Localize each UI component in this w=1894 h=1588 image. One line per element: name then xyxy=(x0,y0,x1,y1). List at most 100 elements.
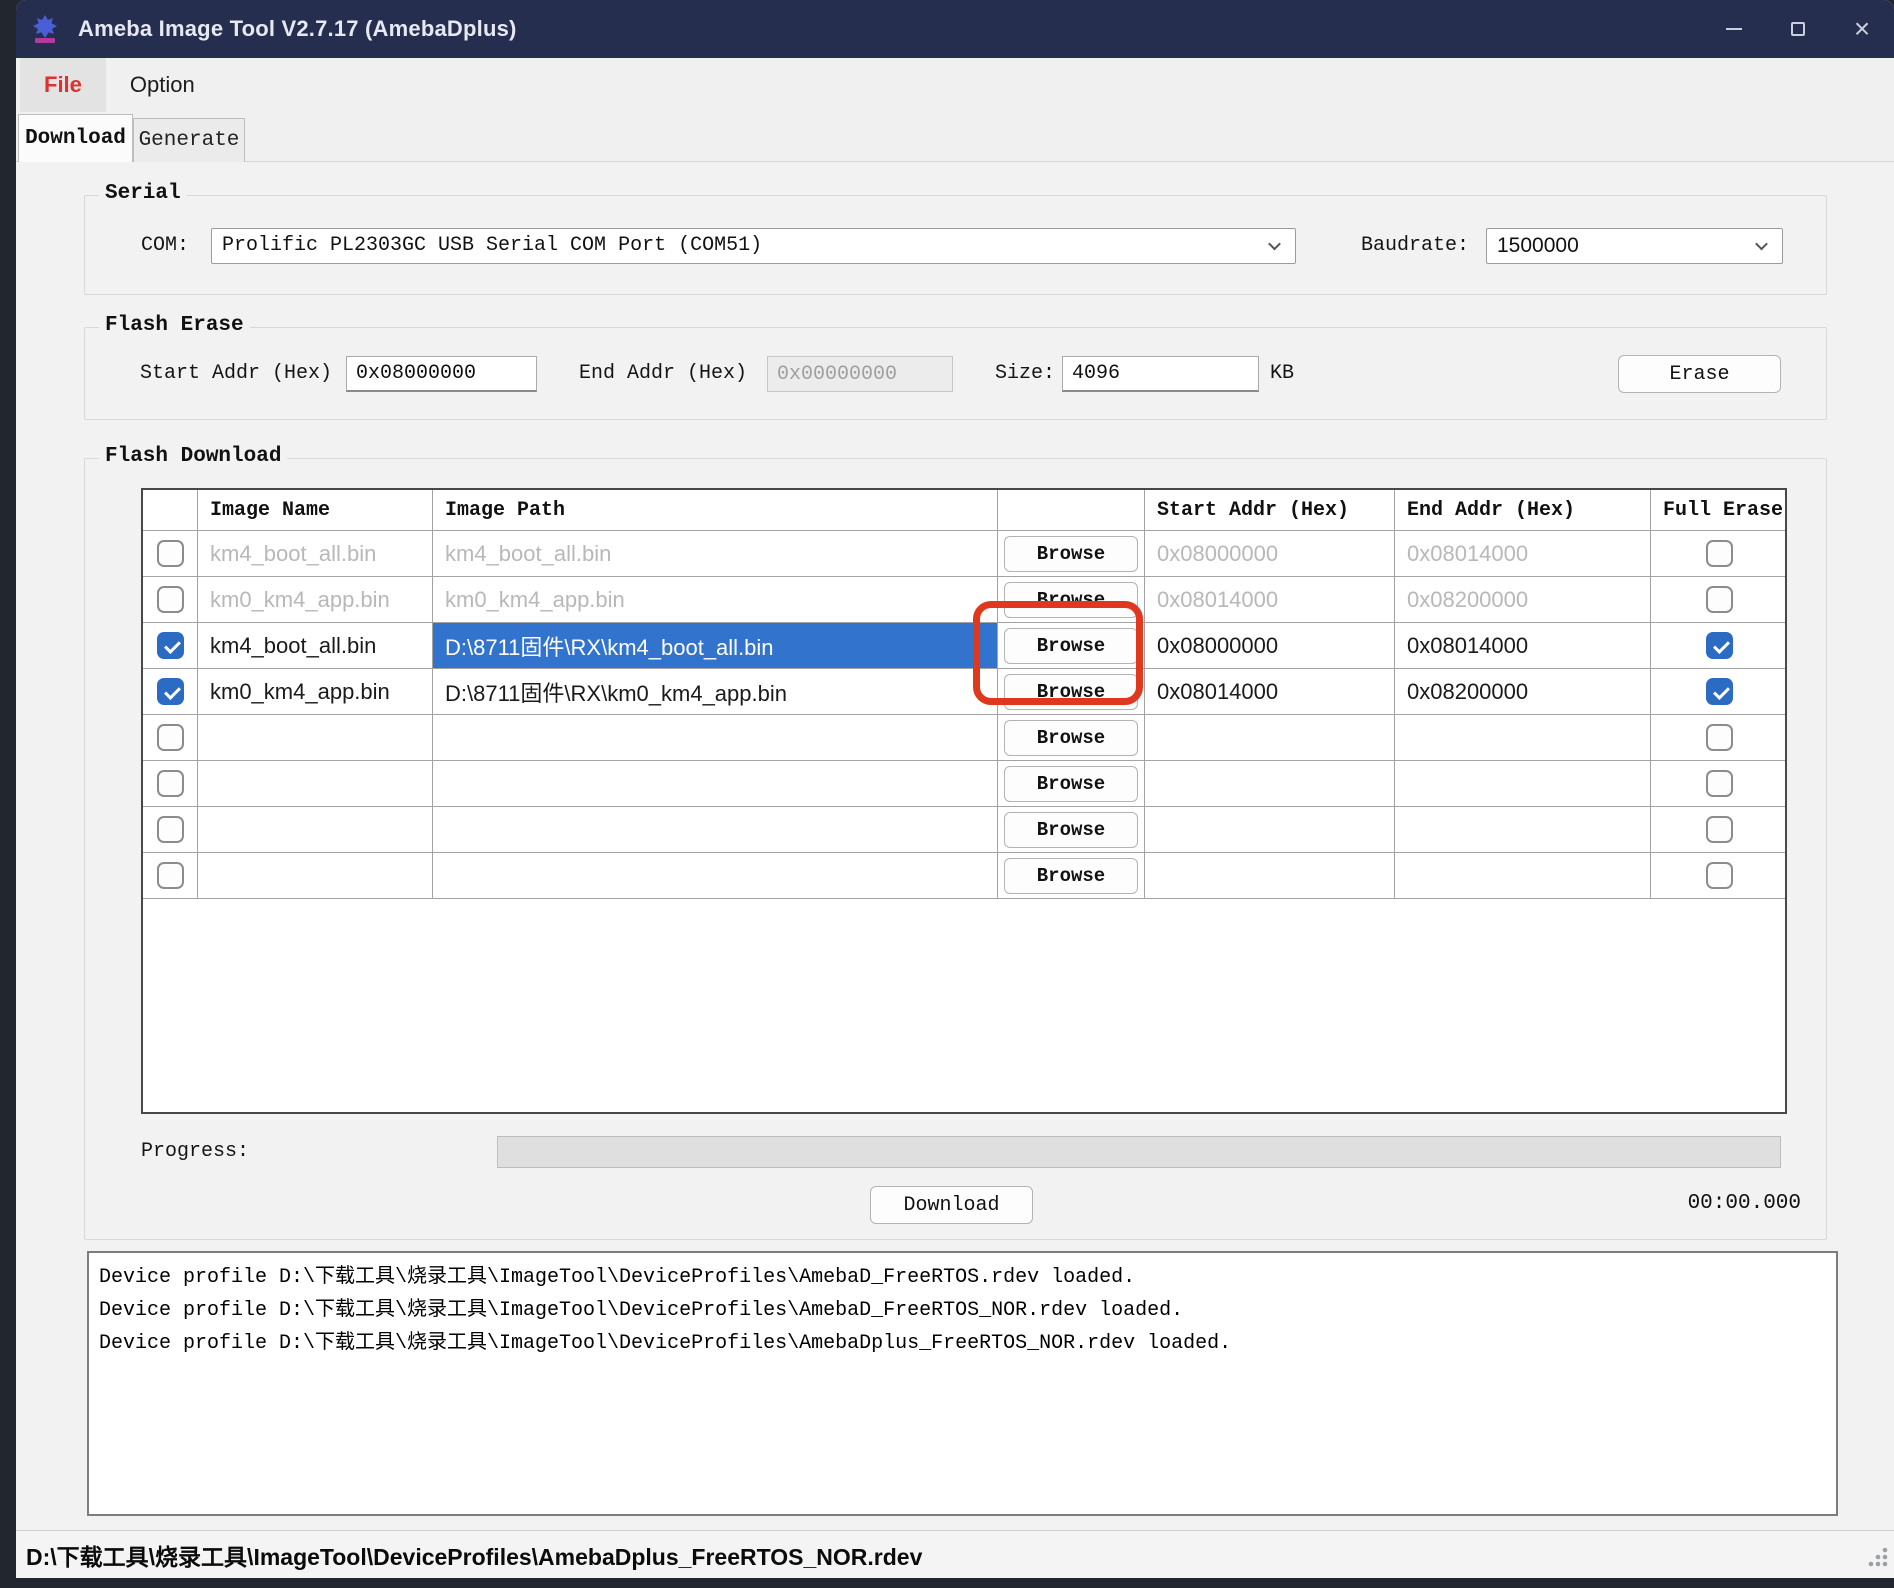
browse-button[interactable]: Browse xyxy=(1004,812,1138,848)
title-bar: Ameba Image Tool V2.7.17 (AmebaDplus) × xyxy=(16,0,1894,58)
browse-button[interactable]: Browse xyxy=(1004,720,1138,756)
tab-download[interactable]: Download xyxy=(18,114,133,162)
image-name-cell[interactable] xyxy=(198,715,433,761)
end-addr-cell[interactable]: 0x08200000 xyxy=(1395,577,1651,623)
image-name-cell[interactable] xyxy=(198,761,433,807)
start-addr-cell[interactable]: 0x08000000 xyxy=(1145,531,1395,577)
minimize-button[interactable] xyxy=(1702,0,1766,58)
maximize-button[interactable] xyxy=(1766,0,1830,58)
image-name-cell[interactable]: km0_km4_app.bin xyxy=(198,669,433,715)
start-addr-cell[interactable]: 0x08014000 xyxy=(1145,577,1395,623)
browse-button[interactable]: Browse xyxy=(1004,766,1138,802)
image-path-cell[interactable] xyxy=(433,715,998,761)
close-icon: × xyxy=(1854,15,1870,43)
end-addr-cell[interactable]: 0x08200000 xyxy=(1395,669,1651,715)
header-start-addr: Start Addr (Hex) xyxy=(1145,490,1395,531)
full-erase-cell xyxy=(1651,853,1787,899)
browse-button[interactable]: Browse xyxy=(1004,858,1138,894)
tab-generate[interactable]: Generate xyxy=(133,118,245,162)
browse-button[interactable]: Browse xyxy=(1004,582,1138,618)
flash-erase-group: Flash Erase Start Addr (Hex) End Addr (H… xyxy=(84,327,1827,420)
browse-button[interactable]: Browse xyxy=(1004,536,1138,572)
start-addr-cell[interactable]: 0x08000000 xyxy=(1145,623,1395,669)
row-select-checkbox[interactable] xyxy=(157,586,184,613)
end-addr-cell[interactable] xyxy=(1395,761,1651,807)
row-select-checkbox[interactable] xyxy=(157,540,184,567)
row-select-checkbox[interactable] xyxy=(157,724,184,751)
select-cell xyxy=(143,761,198,807)
table-header-row: Image Name Image Path Start Addr (Hex) E… xyxy=(143,490,1785,531)
erase-size-unit-label: KB xyxy=(1270,356,1294,392)
start-addr-cell[interactable] xyxy=(1145,807,1395,853)
end-addr-cell[interactable]: 0x08014000 xyxy=(1395,623,1651,669)
end-addr-cell[interactable]: 0x08014000 xyxy=(1395,531,1651,577)
app-icon xyxy=(28,12,62,46)
full-erase-checkbox[interactable] xyxy=(1706,678,1733,705)
resize-grip-icon[interactable] xyxy=(1866,1545,1888,1572)
header-end-addr: End Addr (Hex) xyxy=(1395,490,1651,531)
full-erase-checkbox[interactable] xyxy=(1706,540,1733,567)
flash-download-group: Flash Download Image Name Image Path Sta… xyxy=(84,458,1827,1240)
row-select-checkbox[interactable] xyxy=(157,678,184,705)
baudrate-label: Baudrate: xyxy=(1361,228,1469,264)
full-erase-cell xyxy=(1651,623,1787,669)
start-addr-cell[interactable] xyxy=(1145,715,1395,761)
erase-size-input[interactable] xyxy=(1062,356,1259,392)
flash-download-legend: Flash Download xyxy=(99,445,287,468)
full-erase-cell xyxy=(1651,531,1787,577)
app-window: Ameba Image Tool V2.7.17 (AmebaDplus) × … xyxy=(16,0,1894,1578)
browse-cell: Browse xyxy=(998,531,1145,577)
end-addr-cell[interactable] xyxy=(1395,715,1651,761)
row-select-checkbox[interactable] xyxy=(157,862,184,889)
end-addr-cell[interactable] xyxy=(1395,807,1651,853)
end-addr-cell[interactable] xyxy=(1395,853,1651,899)
header-select xyxy=(143,490,198,531)
image-path-cell[interactable]: D:\8711固件\RX\km4_boot_all.bin xyxy=(433,623,998,669)
image-path-cell[interactable] xyxy=(433,853,998,899)
close-button[interactable]: × xyxy=(1830,0,1894,58)
menu-option[interactable]: Option xyxy=(106,58,219,112)
full-erase-checkbox[interactable] xyxy=(1706,724,1733,751)
full-erase-checkbox[interactable] xyxy=(1706,862,1733,889)
erase-button[interactable]: Erase xyxy=(1618,355,1781,393)
image-path-cell[interactable]: km4_boot_all.bin xyxy=(433,531,998,577)
header-browse xyxy=(998,490,1145,531)
image-name-cell[interactable]: km4_boot_all.bin xyxy=(198,623,433,669)
full-erase-checkbox[interactable] xyxy=(1706,770,1733,797)
start-addr-cell[interactable] xyxy=(1145,853,1395,899)
full-erase-checkbox[interactable] xyxy=(1706,816,1733,843)
image-name-cell[interactable] xyxy=(198,853,433,899)
browse-button[interactable]: Browse xyxy=(1004,674,1138,710)
image-path-cell[interactable]: km0_km4_app.bin xyxy=(433,577,998,623)
image-name-cell[interactable] xyxy=(198,807,433,853)
status-profile-path: D:\下载工具\烧录工具\ImageTool\DeviceProfiles\Am… xyxy=(26,1538,922,1572)
image-path-cell[interactable] xyxy=(433,761,998,807)
table-row: km0_km4_app.binkm0_km4_app.binBrowse0x08… xyxy=(143,577,1785,623)
log-line: Device profile D:\下载工具\烧录工具\ImageTool\De… xyxy=(99,1261,1826,1294)
row-select-checkbox[interactable] xyxy=(157,770,184,797)
full-erase-cell xyxy=(1651,807,1787,853)
start-addr-cell[interactable]: 0x08014000 xyxy=(1145,669,1395,715)
download-button[interactable]: Download xyxy=(870,1186,1033,1224)
select-cell xyxy=(143,715,198,761)
browse-button[interactable]: Browse xyxy=(1004,628,1138,664)
image-name-cell[interactable]: km0_km4_app.bin xyxy=(198,577,433,623)
image-name-cell[interactable]: km4_boot_all.bin xyxy=(198,531,433,577)
image-path-cell[interactable] xyxy=(433,807,998,853)
menu-file[interactable]: File xyxy=(20,58,106,112)
baudrate-select[interactable]: 1500000 xyxy=(1486,228,1783,264)
full-erase-checkbox[interactable] xyxy=(1706,586,1733,613)
row-select-checkbox[interactable] xyxy=(157,816,184,843)
start-addr-cell[interactable] xyxy=(1145,761,1395,807)
browse-cell: Browse xyxy=(998,807,1145,853)
erase-start-addr-input[interactable] xyxy=(346,356,537,392)
elapsed-time: 00:00.000 xyxy=(1688,1192,1801,1215)
tab-strip: Download Generate xyxy=(16,112,1894,162)
log-output[interactable]: Device profile D:\下载工具\烧录工具\ImageTool\De… xyxy=(87,1251,1838,1516)
image-path-cell[interactable]: D:\8711固件\RX\km0_km4_app.bin xyxy=(433,669,998,715)
com-port-select[interactable]: Prolific PL2303GC USB Serial COM Port (C… xyxy=(211,228,1296,264)
flash-erase-legend: Flash Erase xyxy=(99,314,250,337)
table-row: km4_boot_all.binkm4_boot_all.binBrowse0x… xyxy=(143,531,1785,577)
full-erase-checkbox[interactable] xyxy=(1706,632,1733,659)
row-select-checkbox[interactable] xyxy=(157,632,184,659)
